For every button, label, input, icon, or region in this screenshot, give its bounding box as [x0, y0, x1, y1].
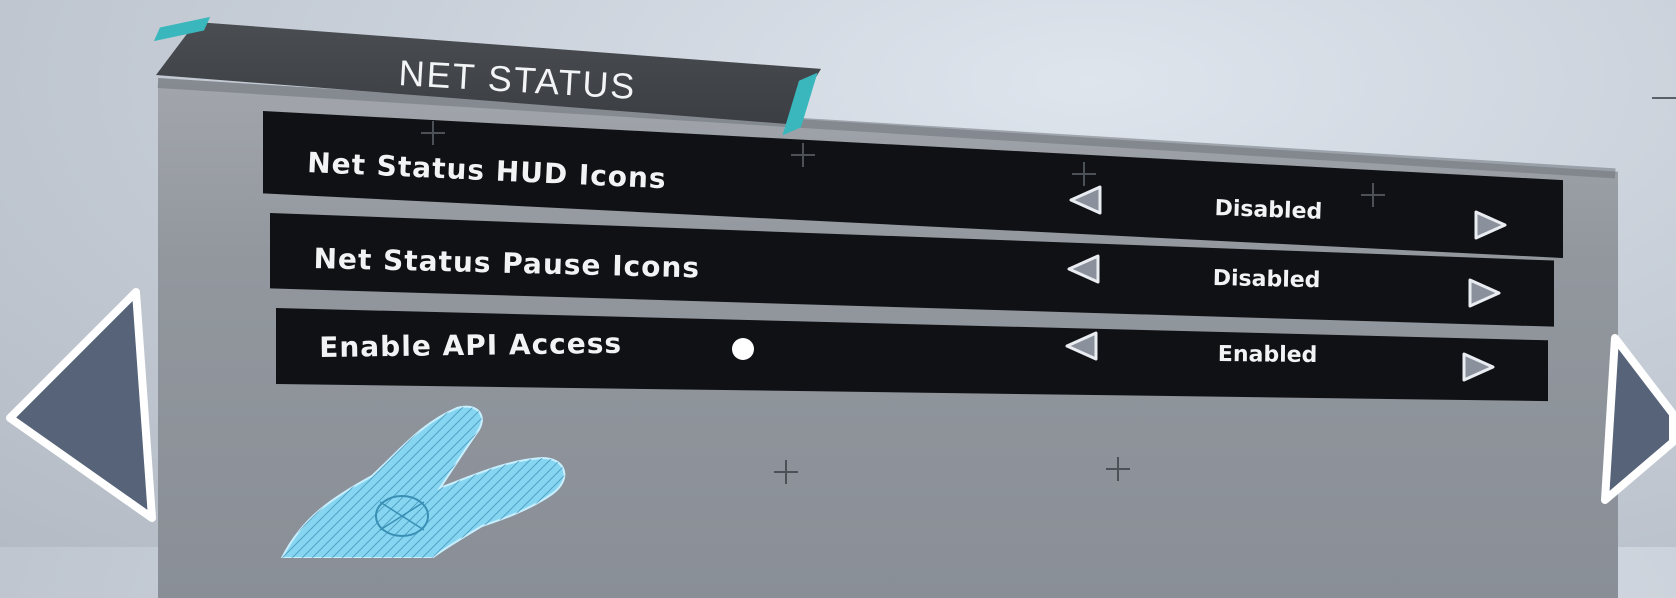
previous-page-button[interactable]: [0, 286, 165, 531]
crosshair-marker: [791, 143, 815, 167]
setting-value: Disabled: [1212, 266, 1321, 294]
crosshair-marker: [1361, 183, 1385, 207]
next-value-button[interactable]: [1468, 278, 1502, 308]
next-value-button[interactable]: [1474, 210, 1508, 240]
setting-label: Enable API Access: [319, 326, 623, 364]
triangle-right-icon: [1474, 210, 1507, 240]
triangle-left-icon: [1069, 185, 1102, 215]
large-triangle-left-icon: [6, 288, 156, 522]
crosshair-marker: [774, 460, 798, 484]
next-value-button[interactable]: [1462, 352, 1496, 382]
triangle-left-icon: [1067, 254, 1100, 284]
previous-value-button[interactable]: [1066, 254, 1100, 284]
crosshair-marker: [1072, 162, 1096, 186]
previous-value-button[interactable]: [1064, 331, 1098, 361]
previous-value-button[interactable]: [1068, 185, 1102, 215]
dot-icon: [732, 338, 754, 360]
setting-value: Disabled: [1214, 196, 1323, 225]
vr-settings-scene: NET STATUS Net Status HUD Icons Disabled…: [0, 0, 1676, 598]
next-page-button[interactable]: [1597, 332, 1676, 507]
triangle-right-icon: [1462, 352, 1495, 382]
edge-tick-mark: [1652, 97, 1676, 99]
triangle-left-icon: [1065, 331, 1098, 361]
large-triangle-right-icon: [1601, 334, 1676, 504]
crosshair-marker: [1106, 457, 1130, 481]
vr-hand-icon: [262, 398, 602, 558]
crosshair-marker: [421, 121, 445, 145]
setting-value: Enabled: [1217, 342, 1318, 369]
triangle-right-icon: [1468, 278, 1501, 308]
